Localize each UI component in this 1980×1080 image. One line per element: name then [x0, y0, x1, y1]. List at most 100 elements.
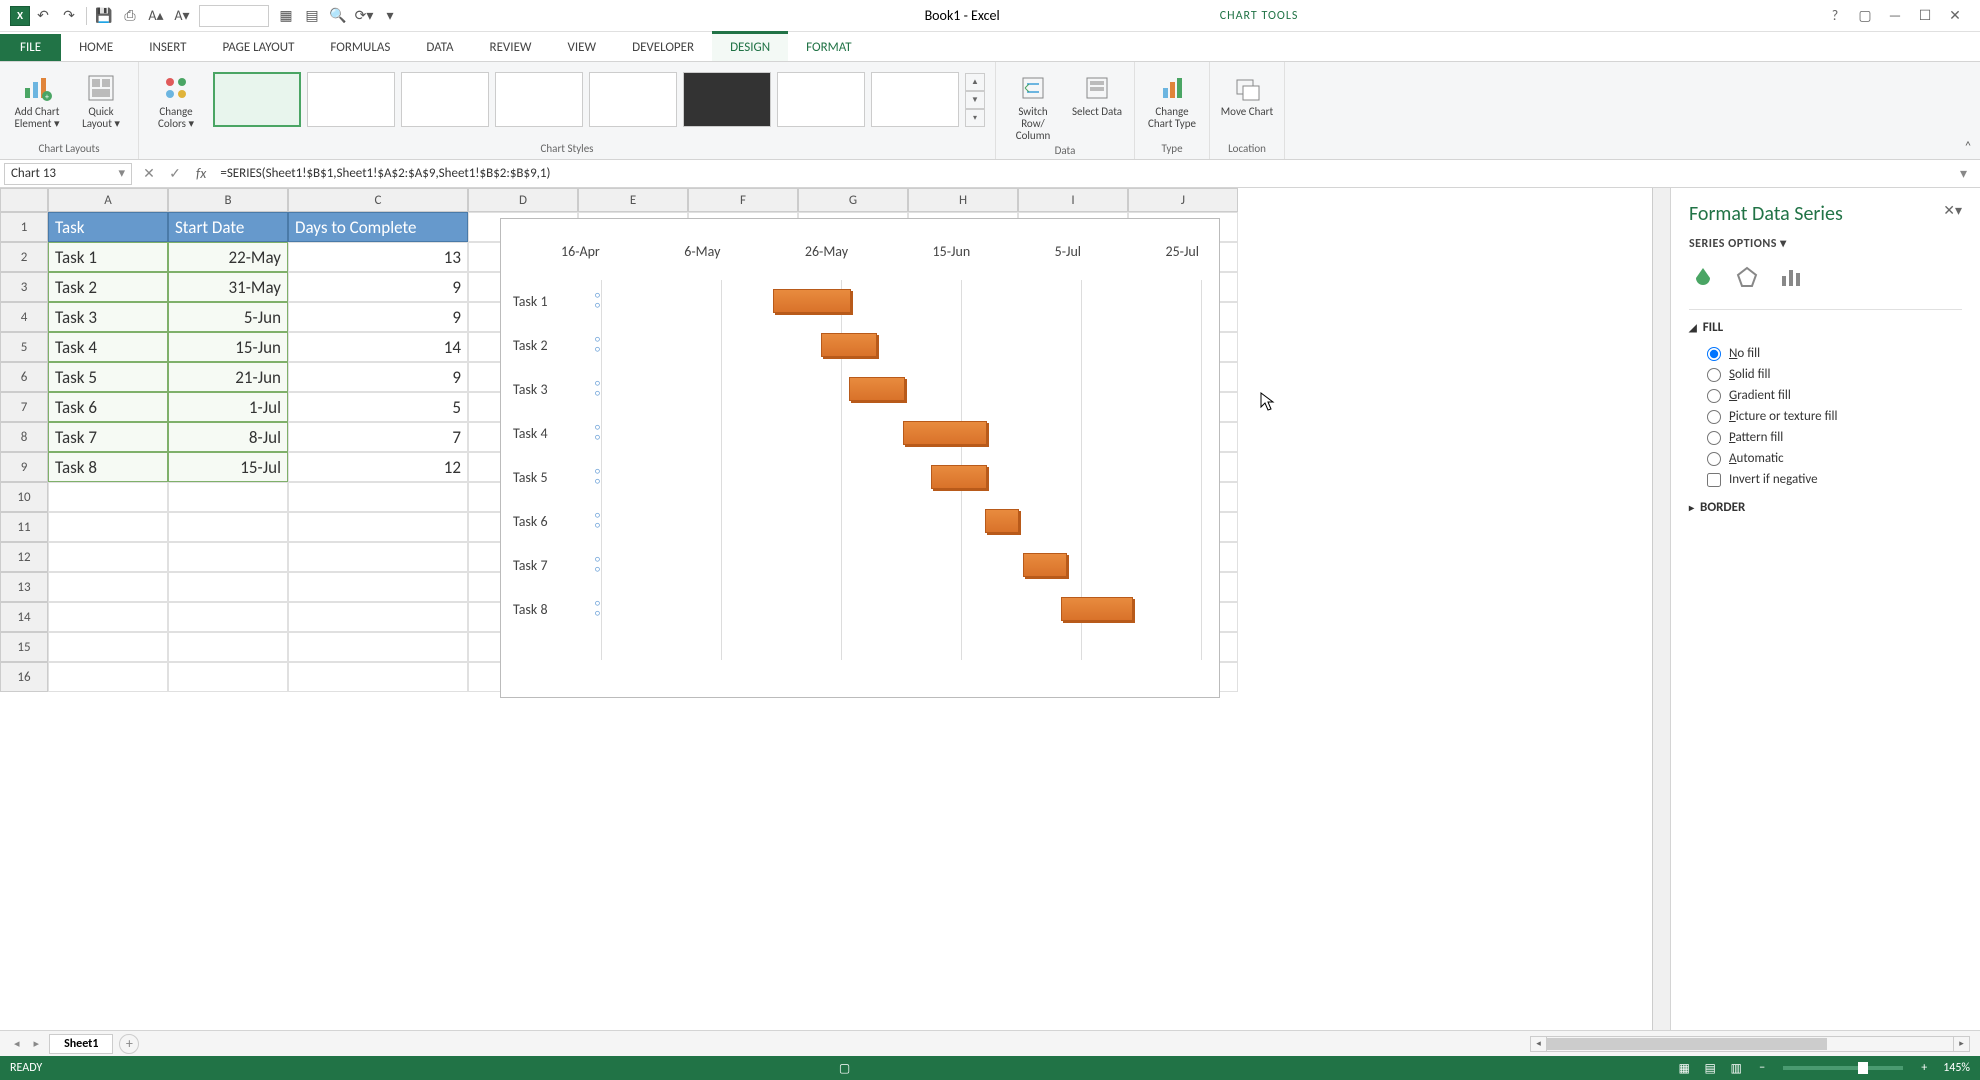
tab-review[interactable]: REVIEW: [472, 34, 550, 61]
cell-A7[interactable]: Task 6: [48, 392, 168, 422]
sheet-nav-prev-icon[interactable]: ◂: [10, 1037, 24, 1050]
col-header-A[interactable]: A: [48, 188, 168, 212]
pane-close-icon[interactable]: ✕: [1943, 202, 1955, 219]
cell-C6[interactable]: 9: [288, 362, 468, 392]
view-page-break-icon[interactable]: ▥: [1723, 1061, 1749, 1076]
change-chart-type-button[interactable]: Change Chart Type: [1145, 72, 1199, 130]
chart-bar[interactable]: [903, 421, 987, 445]
cell-B9[interactable]: 15-Jul: [168, 452, 288, 482]
vertical-scrollbar[interactable]: [1652, 188, 1670, 1030]
fill-option-pattern-fill[interactable]: Pattern fill: [1689, 427, 1962, 448]
close-icon[interactable]: ✕: [1940, 3, 1970, 29]
cell-A3[interactable]: Task 2: [48, 272, 168, 302]
chart-bar[interactable]: [849, 377, 905, 401]
font-inc-icon[interactable]: A▴: [143, 3, 169, 29]
qat-icon-4[interactable]: ⟳▾: [351, 3, 377, 29]
tab-design[interactable]: DESIGN: [712, 31, 788, 61]
font-dec-icon[interactable]: A▾: [169, 3, 195, 29]
cell-C8[interactable]: 7: [288, 422, 468, 452]
row-header-15[interactable]: 15: [0, 632, 48, 662]
cell-C15[interactable]: [288, 632, 468, 662]
name-box[interactable]: Chart 13▾: [4, 163, 132, 185]
cell-B8[interactable]: 8-Jul: [168, 422, 288, 452]
qat-custom-icon[interactable]: ▾: [377, 3, 403, 29]
cell-B6[interactable]: 21-Jun: [168, 362, 288, 392]
cell-C16[interactable]: [288, 662, 468, 692]
row-header-1[interactable]: 1: [0, 212, 48, 242]
col-header-I[interactable]: I: [1018, 188, 1128, 212]
row-header-5[interactable]: 5: [0, 332, 48, 362]
cell-C1[interactable]: Days to Complete: [288, 212, 468, 242]
cell-C11[interactable]: [288, 512, 468, 542]
cell-C3[interactable]: 9: [288, 272, 468, 302]
tab-view[interactable]: VIEW: [550, 34, 615, 61]
fill-line-icon[interactable]: [1689, 263, 1717, 291]
sheet-nav-next-icon[interactable]: ▸: [30, 1037, 44, 1050]
row-header-6[interactable]: 6: [0, 362, 48, 392]
formula-expand-icon[interactable]: ▾: [1960, 165, 1980, 182]
col-header-C[interactable]: C: [288, 188, 468, 212]
cell-A6[interactable]: Task 5: [48, 362, 168, 392]
qat-icon-1[interactable]: ▦: [273, 3, 299, 29]
style-thumb-2[interactable]: [307, 72, 395, 127]
row-header-8[interactable]: 8: [0, 422, 48, 452]
chart-bar[interactable]: [985, 509, 1019, 533]
formula-enter-icon[interactable]: ✓: [162, 165, 188, 182]
cell-C12[interactable]: [288, 542, 468, 572]
fill-option-solid-fill[interactable]: Solid fill: [1689, 364, 1962, 385]
view-normal-icon[interactable]: ▦: [1671, 1061, 1697, 1076]
cell-B16[interactable]: [168, 662, 288, 692]
cell-B4[interactable]: 5-Jun: [168, 302, 288, 332]
cell-B15[interactable]: [168, 632, 288, 662]
embedded-chart[interactable]: 16-Apr6-May26-May15-Jun5-Jul25-Jul Task …: [500, 218, 1220, 698]
formula-cancel-icon[interactable]: ✕: [136, 165, 162, 182]
col-header-D[interactable]: D: [468, 188, 578, 212]
fx-icon[interactable]: fx: [188, 165, 214, 182]
style-thumb-6[interactable]: [683, 72, 771, 127]
series-options-dropdown[interactable]: SERIES OPTIONS ▾: [1689, 236, 1962, 251]
tab-file[interactable]: FILE: [0, 34, 61, 61]
series-marker-icon[interactable]: [595, 380, 605, 398]
tab-data[interactable]: DATA: [408, 34, 471, 61]
chart-bar[interactable]: [1061, 597, 1133, 621]
row-header-12[interactable]: 12: [0, 542, 48, 572]
row-header-14[interactable]: 14: [0, 602, 48, 632]
fill-option-automatic[interactable]: Automatic: [1689, 448, 1962, 469]
chart-styles-gallery[interactable]: ▲▼▾: [213, 72, 985, 127]
series-options-icon[interactable]: [1777, 263, 1805, 291]
tab-home[interactable]: HOME: [61, 34, 131, 61]
series-marker-icon[interactable]: [595, 424, 605, 442]
col-header-G[interactable]: G: [798, 188, 908, 212]
cell-B7[interactable]: 1-Jul: [168, 392, 288, 422]
series-marker-icon[interactable]: [595, 468, 605, 486]
series-marker-icon[interactable]: [595, 556, 605, 574]
chart-bar[interactable]: [773, 289, 851, 313]
cell-B2[interactable]: 22-May: [168, 242, 288, 272]
fill-option-picture-or-texture-fill[interactable]: Picture or texture fill: [1689, 406, 1962, 427]
cell-C13[interactable]: [288, 572, 468, 602]
style-thumb-1[interactable]: [213, 72, 301, 127]
cell-C9[interactable]: 12: [288, 452, 468, 482]
cell-A4[interactable]: Task 3: [48, 302, 168, 332]
tab-format[interactable]: FORMAT: [788, 34, 869, 61]
series-marker-icon[interactable]: [595, 512, 605, 530]
fill-option-gradient-fill[interactable]: Gradient fill: [1689, 385, 1962, 406]
cell-B1[interactable]: Start Date: [168, 212, 288, 242]
tab-page-layout[interactable]: PAGE LAYOUT: [205, 34, 313, 61]
row-header-10[interactable]: 10: [0, 482, 48, 512]
fill-option-no-fill[interactable]: No fill: [1689, 343, 1962, 364]
sheet-tab-active[interactable]: Sheet1: [49, 1034, 113, 1054]
invert-if-negative-checkbox[interactable]: Invert if negative: [1689, 469, 1962, 490]
cell-A9[interactable]: Task 8: [48, 452, 168, 482]
style-thumb-7[interactable]: [777, 72, 865, 127]
fill-section-header[interactable]: ◢FILL: [1689, 320, 1962, 335]
effects-icon[interactable]: [1733, 263, 1761, 291]
row-header-7[interactable]: 7: [0, 392, 48, 422]
macro-record-icon[interactable]: ▢: [839, 1061, 850, 1076]
style-thumb-4[interactable]: [495, 72, 583, 127]
cell-C14[interactable]: [288, 602, 468, 632]
cell-B10[interactable]: [168, 482, 288, 512]
cell-A12[interactable]: [48, 542, 168, 572]
cell-A2[interactable]: Task 1: [48, 242, 168, 272]
series-marker-icon[interactable]: [595, 292, 605, 310]
